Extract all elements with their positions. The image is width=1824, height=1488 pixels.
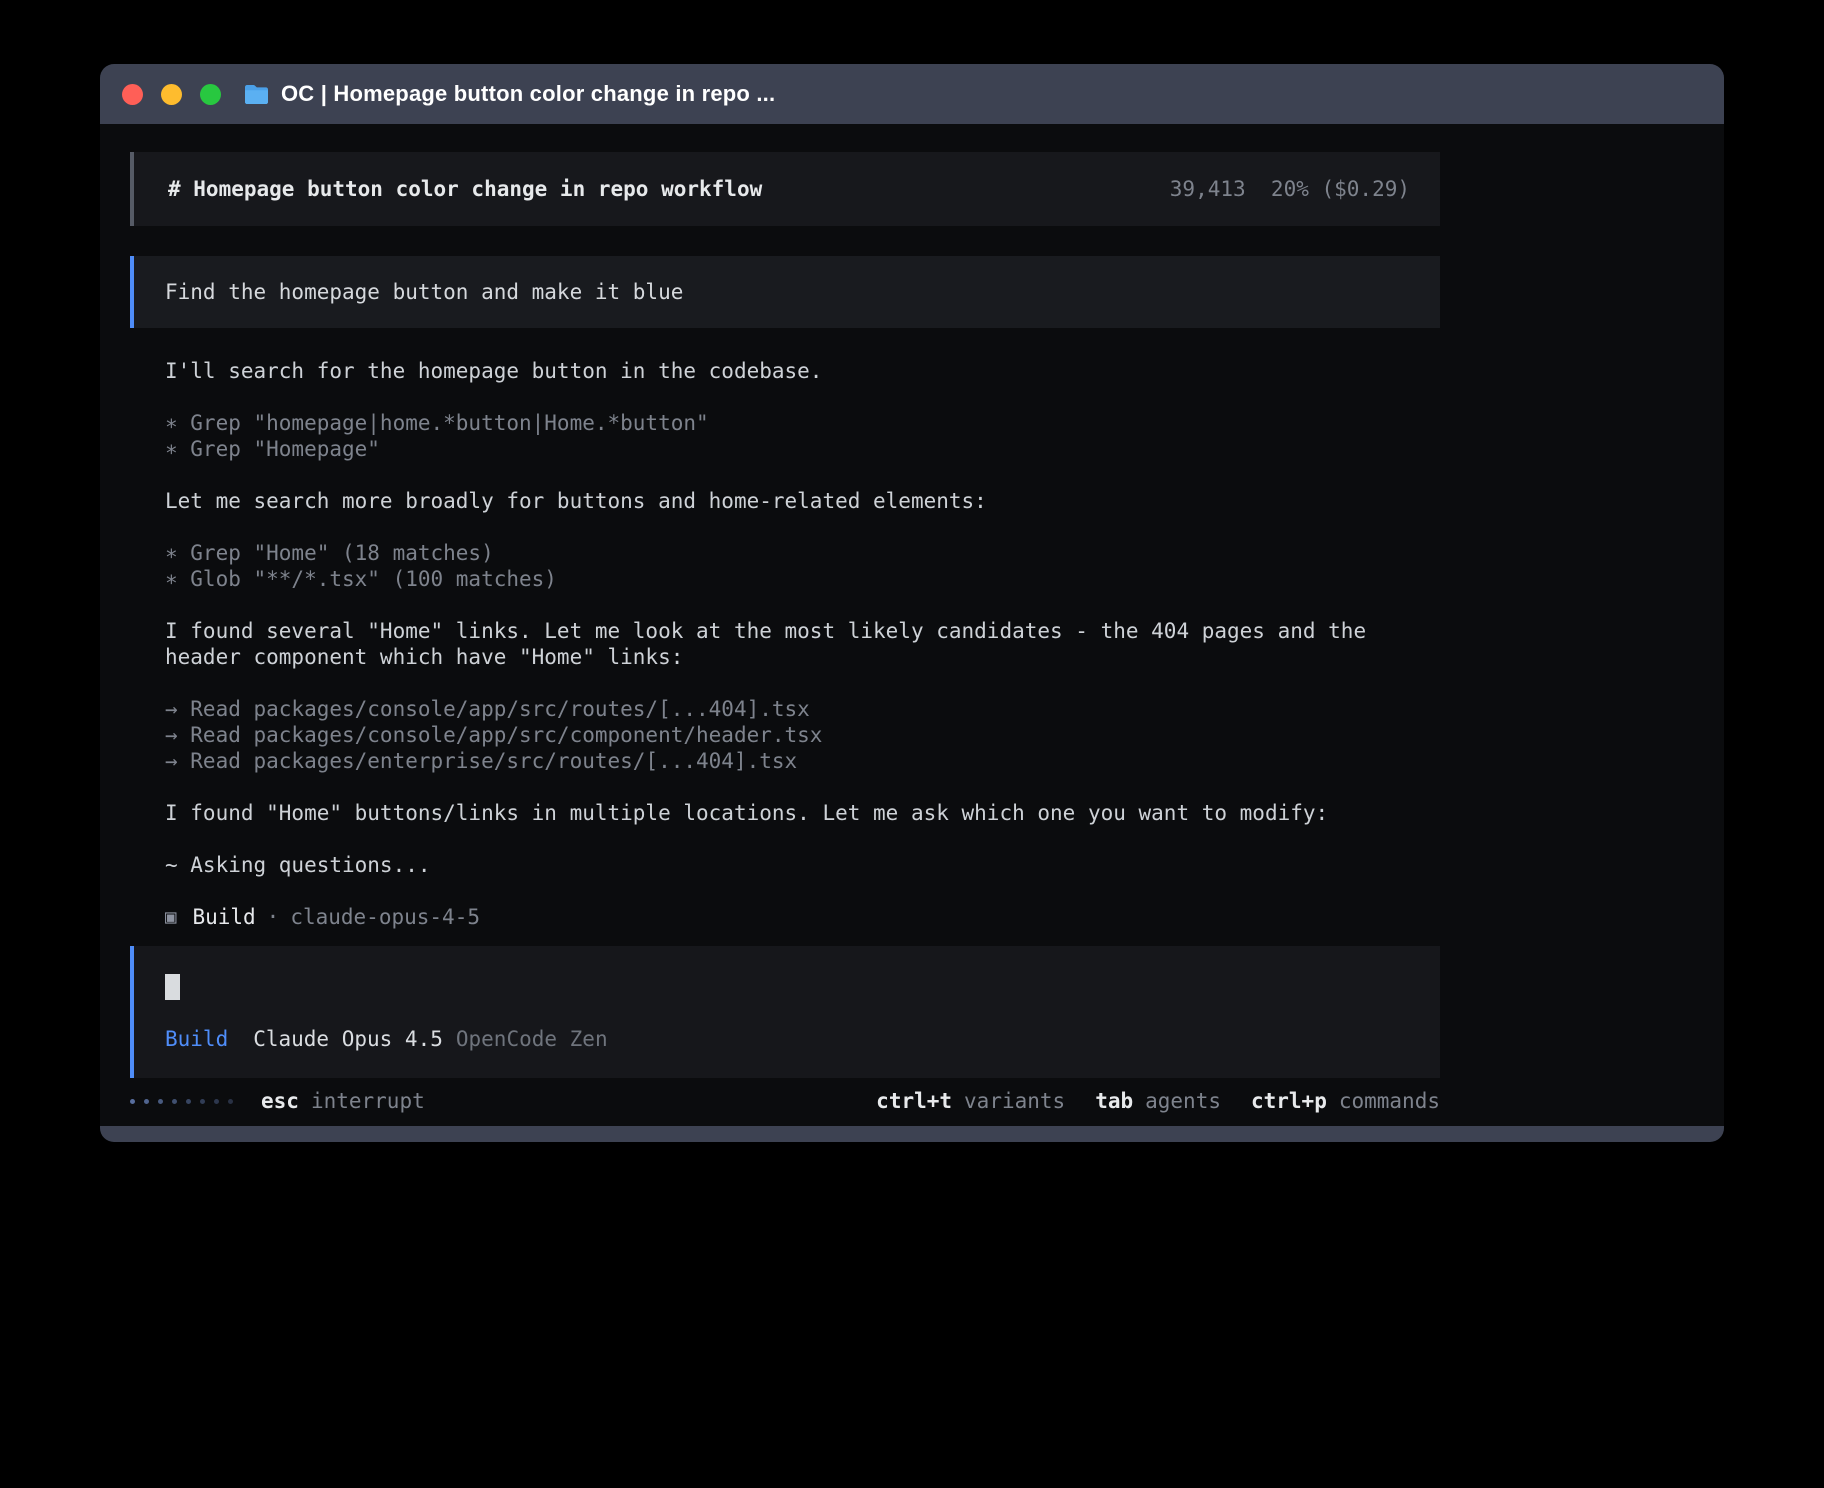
tool-call-group: → Read packages/console/app/src/routes/[…: [165, 696, 1440, 774]
session-stats: 39,413 20% ($0.29): [1170, 176, 1410, 202]
key-ctrl-p: ctrl+p: [1251, 1088, 1327, 1114]
assistant-message: I'll search for the homepage button in t…: [165, 358, 1440, 384]
key-tab: tab: [1095, 1088, 1133, 1114]
status-bar: esc interrupt ctrl+t variants tab agents…: [130, 1088, 1440, 1114]
spinner-dot: [228, 1099, 233, 1104]
spinner-dot: [158, 1099, 163, 1104]
hint-interrupt: esc interrupt: [261, 1088, 425, 1114]
hint-agents: tab agents: [1095, 1088, 1221, 1114]
assistant-message: ~ Asking questions...: [165, 852, 1440, 878]
agent-icon: ▣: [165, 904, 176, 930]
hint-variants: ctrl+t variants: [876, 1088, 1065, 1114]
key-ctrl-t: ctrl+t: [876, 1088, 952, 1114]
assistant-text: I'll search for the homepage button in t…: [165, 358, 1440, 384]
tool-call-glob: ∗ Glob "**/*.tsx" (100 matches): [165, 566, 1440, 592]
user-message: Find the homepage button and make it blu…: [130, 256, 1440, 328]
desktop: { "colors": { "accent_blue": "#4f8df9", …: [0, 0, 1824, 1488]
assistant-message: I found "Home" buttons/links in multiple…: [165, 800, 1440, 826]
input-mode-label[interactable]: Build: [165, 1026, 228, 1052]
window-title: OC | Homepage button color change in rep…: [281, 81, 775, 107]
spinner-dot: [144, 1099, 149, 1104]
terminal-content: # Homepage button color change in repo w…: [100, 124, 1724, 1126]
assistant-text: Let me search more broadly for buttons a…: [165, 488, 1440, 514]
spinner-dot: [214, 1099, 219, 1104]
busy-spinner: [130, 1099, 233, 1104]
spinner-dot: [172, 1099, 177, 1104]
key-esc: esc: [261, 1088, 299, 1114]
assistant-text: I found "Home" buttons/links in multiple…: [165, 800, 1440, 826]
hint-commands: ctrl+p commands: [1251, 1088, 1440, 1114]
tool-call-read: → Read packages/console/app/src/routes/[…: [165, 696, 1440, 722]
label-variants: variants: [964, 1088, 1065, 1114]
spinner-dot: [130, 1099, 135, 1104]
tool-call-grep: ∗ Grep "homepage|home.*button|Home.*butt…: [165, 410, 1440, 436]
tool-call-read: → Read packages/console/app/src/componen…: [165, 722, 1440, 748]
input-meta-row: Build Claude Opus 4.5 OpenCode Zen: [165, 1026, 1412, 1052]
agent-status-row: ▣ Build · claude-opus-4-5: [165, 904, 1440, 930]
label-commands: commands: [1339, 1088, 1440, 1114]
minimize-button[interactable]: [161, 84, 182, 105]
spinner-dot: [186, 1099, 191, 1104]
input-provider-label: OpenCode Zen: [456, 1026, 608, 1052]
shortcut-hints: ctrl+t variants tab agents ctrl+p comman…: [876, 1088, 1440, 1114]
text-cursor[interactable]: [165, 974, 180, 1000]
conversation: I'll search for the homepage button in t…: [130, 358, 1440, 930]
label-agents: agents: [1145, 1088, 1221, 1114]
assistant-text: I found several "Home" links. Let me loo…: [165, 618, 1440, 670]
folder-icon: [243, 84, 270, 105]
assistant-message: Let me search more broadly for buttons a…: [165, 488, 1440, 514]
spinner-dot: [200, 1099, 205, 1104]
assistant-message: I found several "Home" links. Let me loo…: [165, 618, 1440, 670]
tool-call-grep: ∗ Grep "Home" (18 matches): [165, 540, 1440, 566]
zoom-button[interactable]: [200, 84, 221, 105]
window-titlebar[interactable]: OC | Homepage button color change in rep…: [100, 64, 1724, 124]
close-button[interactable]: [122, 84, 143, 105]
session-title: # Homepage button color change in repo w…: [168, 176, 762, 202]
input-model-label[interactable]: Claude Opus 4.5: [253, 1026, 443, 1052]
user-message-text: Find the homepage button and make it blu…: [165, 279, 683, 305]
prompt-input[interactable]: Build Claude Opus 4.5 OpenCode Zen: [130, 946, 1440, 1078]
tool-call-grep: ∗ Grep "Homepage": [165, 436, 1440, 462]
titlebar-title-group: OC | Homepage button color change in rep…: [243, 81, 775, 107]
tool-call-group: ∗ Grep "Home" (18 matches) ∗ Glob "**/*.…: [165, 540, 1440, 592]
label-interrupt: interrupt: [311, 1088, 425, 1114]
assistant-status-text: ~ Asking questions...: [165, 852, 1440, 878]
traffic-lights: [122, 84, 221, 105]
window-bottom-edge: [100, 1126, 1724, 1142]
agent-name: Build: [192, 904, 255, 930]
model-name: claude-opus-4-5: [290, 904, 480, 930]
tool-call-read: → Read packages/enterprise/src/routes/[.…: [165, 748, 1440, 774]
separator-dot: ·: [267, 904, 280, 930]
tool-call-group: ∗ Grep "homepage|home.*button|Home.*butt…: [165, 410, 1440, 462]
session-header: # Homepage button color change in repo w…: [130, 152, 1440, 226]
app-window: OC | Homepage button color change in rep…: [100, 64, 1724, 1142]
